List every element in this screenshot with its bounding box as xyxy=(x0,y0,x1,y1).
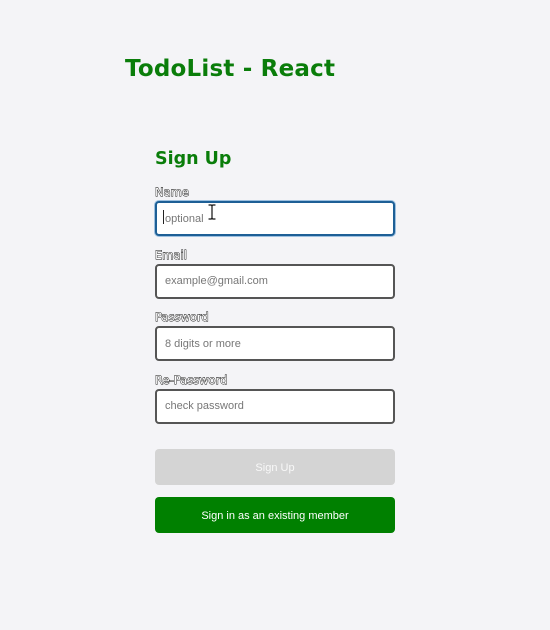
name-label: Name xyxy=(155,185,190,200)
text-caret xyxy=(163,210,164,224)
email-input[interactable] xyxy=(155,263,395,299)
signup-page: TodoList - React Sign Up Name Email Pass… xyxy=(0,0,550,630)
name-field-group: Name xyxy=(155,185,395,248)
signup-button[interactable]: Sign Up xyxy=(155,448,395,485)
ibeam-cursor-icon xyxy=(207,204,217,220)
name-input[interactable] xyxy=(155,201,395,236)
password-label: Password xyxy=(155,310,210,325)
email-label: Email xyxy=(155,247,188,262)
re-password-label: Re-Password xyxy=(155,372,228,387)
signup-form: Sign Up Name Email Password Re-Password … xyxy=(155,147,395,533)
password-field-group: Password xyxy=(155,310,395,373)
form-title: Sign Up xyxy=(155,149,232,169)
re-password-input[interactable] xyxy=(155,388,395,424)
password-input[interactable] xyxy=(155,326,395,361)
email-field-group: Email xyxy=(155,247,395,311)
signin-existing-member-button[interactable]: Sign in as an existing member xyxy=(155,496,395,533)
app-title: TodoList - React xyxy=(125,56,336,82)
re-password-field-group: Re-Password xyxy=(155,372,395,436)
